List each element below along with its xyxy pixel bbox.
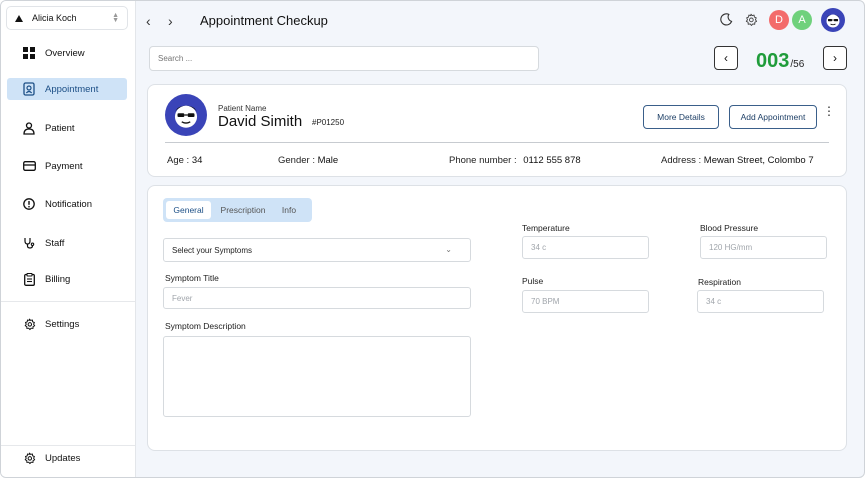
sidebar-item-label: Updates <box>45 452 81 464</box>
symptom-title-input[interactable]: Fever <box>163 287 471 309</box>
divider <box>1 445 135 446</box>
sidebar-item-payment[interactable]: Payment <box>7 155 127 177</box>
top-bar: ‹ › Appointment Checkup D A <box>136 1 864 41</box>
alert-circle-icon <box>22 197 36 211</box>
tab-info[interactable]: Info <box>275 201 303 219</box>
symptoms-select-value: Select your Symptoms <box>172 245 253 255</box>
blood-pressure-input[interactable]: 120 HG/mm <box>700 236 827 259</box>
tab-prescription[interactable]: Prescription <box>215 201 271 219</box>
account-name: Alicia Koch <box>32 13 77 23</box>
address-info: Address : Mewan Street, Colombo 7 <box>661 155 814 166</box>
avatar-a[interactable]: A <box>792 10 812 30</box>
sidebar-item-patient[interactable]: Patient <box>7 117 127 139</box>
gear-icon <box>22 451 36 465</box>
forward-arrow-icon[interactable]: › <box>168 13 173 29</box>
app-window: Alicia Koch ▲ ▼ Overview Appointment Pati… <box>0 0 865 478</box>
sidebar-item-notification[interactable]: Notification <box>7 193 127 215</box>
patient-name: David Simith <box>218 113 303 130</box>
user-avatar[interactable] <box>821 8 845 32</box>
age-label: Age : <box>167 155 190 166</box>
sidebar-item-label: Notification <box>45 198 92 210</box>
symptom-title-label: Symptom Title <box>165 273 219 283</box>
chevron-right-icon: › <box>833 51 837 65</box>
gear-icon <box>22 317 36 331</box>
tab-bar: General Prescription Info <box>163 198 312 222</box>
tab-general[interactable]: General <box>166 201 211 219</box>
phone-label: Phone number : <box>449 155 517 166</box>
more-vertical-icon[interactable]: ⋮ <box>823 105 835 117</box>
back-arrow-icon[interactable]: ‹ <box>146 13 151 29</box>
more-details-button[interactable]: More Details <box>643 105 719 129</box>
divider <box>1 301 135 302</box>
prev-record-button[interactable]: ‹ <box>714 46 738 70</box>
gender-value: Male <box>317 155 339 166</box>
page-title: Appointment Checkup <box>200 13 328 28</box>
current-record: 003 <box>756 50 790 72</box>
sidebar: Alicia Koch ▲ ▼ Overview Appointment Pati… <box>1 1 136 477</box>
id-badge-icon <box>22 82 36 96</box>
chevron-updown-icon: ▲ ▼ <box>112 12 119 24</box>
patient-avatar <box>165 94 207 136</box>
sidebar-item-label: Overview <box>45 47 85 59</box>
gender-label: Gender : <box>278 155 315 166</box>
sidebar-item-label: Payment <box>45 160 83 172</box>
address-label: Address : <box>661 155 702 166</box>
respiration-label: Respiration <box>698 277 741 287</box>
account-switcher[interactable]: Alicia Koch ▲ ▼ <box>6 6 128 30</box>
address-value: Mewan Street, Colombo 7 <box>703 155 814 166</box>
sidebar-item-staff[interactable]: Staff <box>7 232 127 254</box>
age-value: 34 <box>191 155 203 166</box>
logo-icon <box>15 14 23 22</box>
clipboard-icon <box>22 272 36 286</box>
dark-mode-moon-icon[interactable] <box>720 13 733 31</box>
symptom-description-textarea[interactable] <box>163 336 471 417</box>
patient-name-label: Patient Name <box>218 104 267 113</box>
search-input[interactable] <box>149 46 539 71</box>
patient-icon <box>22 121 36 135</box>
sidebar-item-label: Patient <box>45 122 75 134</box>
sidebar-item-settings[interactable]: Settings <box>7 313 127 335</box>
sidebar-item-overview[interactable]: Overview <box>7 42 127 64</box>
avatar-d[interactable]: D <box>769 10 789 30</box>
total-records: /56 <box>790 59 805 70</box>
sidebar-item-label: Staff <box>45 237 65 249</box>
credit-card-icon <box>22 159 36 173</box>
patient-id: #P01250 <box>312 118 345 127</box>
sidebar-item-label: Billing <box>45 273 71 285</box>
phone-info: Phone number : 0112 555 878 <box>449 155 581 166</box>
symptoms-select[interactable]: Select your Symptoms ⌄ <box>163 238 471 262</box>
chevron-down-icon: ⌄ <box>445 245 452 254</box>
symptom-description-label: Symptom Description <box>165 321 246 331</box>
record-counter: 003 /56 <box>756 46 804 72</box>
sidebar-item-appointment[interactable]: Appointment <box>7 78 127 100</box>
pulse-label: Pulse <box>522 276 544 286</box>
gender-info: Gender : Male <box>278 155 338 166</box>
temperature-input[interactable]: 34 c <box>522 236 649 259</box>
respiration-input[interactable]: 34 c <box>697 290 824 313</box>
blood-pressure-label: Blood Pressure <box>700 223 759 233</box>
add-appointment-button[interactable]: Add Appointment <box>729 105 817 129</box>
chevron-left-icon: ‹ <box>724 51 728 65</box>
sidebar-item-label: Appointment <box>45 83 99 95</box>
age-info: Age : 34 <box>167 155 202 166</box>
sidebar-item-billing[interactable]: Billing <box>7 268 127 290</box>
temperature-label: Temperature <box>522 223 570 233</box>
grid-icon <box>22 46 36 60</box>
gear-icon[interactable] <box>744 13 758 32</box>
divider <box>165 142 829 143</box>
pulse-input[interactable]: 70 BPM <box>522 290 649 313</box>
stethoscope-icon <box>22 236 36 250</box>
phone-value: 0112 555 878 <box>523 155 581 166</box>
next-record-button[interactable]: › <box>823 46 847 70</box>
sidebar-item-label: Settings <box>45 318 80 330</box>
sidebar-item-updates[interactable]: Updates <box>7 447 127 469</box>
